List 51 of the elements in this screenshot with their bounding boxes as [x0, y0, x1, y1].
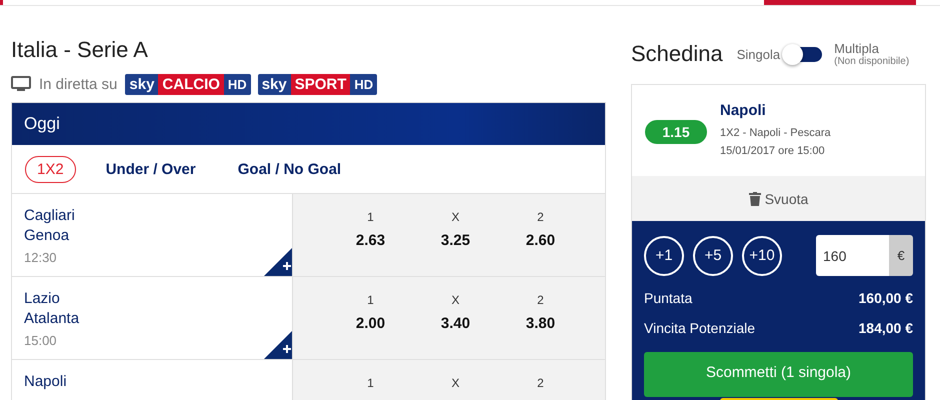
more-markets-icon[interactable] — [264, 331, 292, 359]
team-name: Napoli — [24, 372, 68, 392]
league-title: Italia - Serie A — [11, 37, 149, 64]
channel-logo: sky SPORT HD — [258, 74, 378, 94]
outcome-label: X — [451, 210, 460, 224]
summary-value: 160,00 € — [858, 290, 913, 306]
quick-stake-button[interactable]: +5 — [693, 236, 733, 276]
team-name: Cagliari — [24, 206, 76, 226]
clear-button[interactable]: Svuota — [632, 176, 925, 221]
outcome-label: X — [451, 293, 460, 307]
tv-icon — [11, 76, 31, 92]
trash-icon — [748, 192, 761, 206]
team-name: Lazio — [24, 289, 61, 309]
toggle-note: (Non disponibile) — [834, 56, 910, 67]
section-title: Oggi — [24, 114, 60, 134]
bet-market: 1X2 - Napoli - Pescara — [720, 126, 831, 140]
odds-button[interactable]: 2.63 — [352, 232, 390, 249]
odds-button[interactable]: 2.00 — [352, 315, 390, 332]
channel-logo: sky CALCIO HD — [125, 74, 251, 94]
toggle-label: Multipla — [834, 41, 880, 56]
summary-label: Puntata — [644, 290, 692, 306]
summary-value: 184,00 € — [858, 320, 913, 336]
more-markets-icon[interactable] — [264, 248, 292, 276]
quick-stake-button[interactable]: +10 — [742, 236, 782, 276]
quick-stake-button[interactable]: +1 — [644, 236, 684, 276]
slip-title: Schedina — [631, 41, 723, 67]
outcome-label: 1 — [367, 376, 374, 390]
live-label: In diretta su — [39, 76, 118, 92]
market-tab[interactable]: Goal / No Goal — [226, 156, 354, 182]
odds-button[interactable]: 3.40 — [436, 315, 474, 332]
outcome-label: 2 — [537, 376, 544, 390]
odds-badge: 1.15 — [645, 120, 707, 144]
odds-button[interactable]: 3.80 — [522, 315, 560, 332]
summary-label: Vincita Potenziale — [644, 320, 756, 336]
toggle-label: Singola — [736, 46, 780, 62]
match-time: 15:00 — [24, 333, 58, 348]
team-name: Genoa — [24, 226, 70, 246]
market-tab[interactable]: Under / Over — [94, 156, 208, 182]
match-time: 12:30 — [24, 250, 58, 265]
market-tab[interactable]: 1X2 — [25, 156, 76, 182]
team-name: Atalanta — [24, 309, 80, 329]
odds-button[interactable]: 3.25 — [436, 232, 474, 249]
outcome-label: 2 — [537, 210, 544, 224]
odds-button[interactable]: 2.60 — [522, 232, 560, 249]
outcome-label: X — [451, 376, 460, 390]
outcome-label: 1 — [367, 293, 374, 307]
selection-name: Napoli — [720, 102, 767, 118]
header-accent — [0, 0, 3, 5]
outcome-label: 2 — [537, 293, 544, 307]
outcome-label: 1 — [367, 210, 374, 224]
bet-date: 15/01/2017 ore 15:00 — [720, 144, 826, 158]
